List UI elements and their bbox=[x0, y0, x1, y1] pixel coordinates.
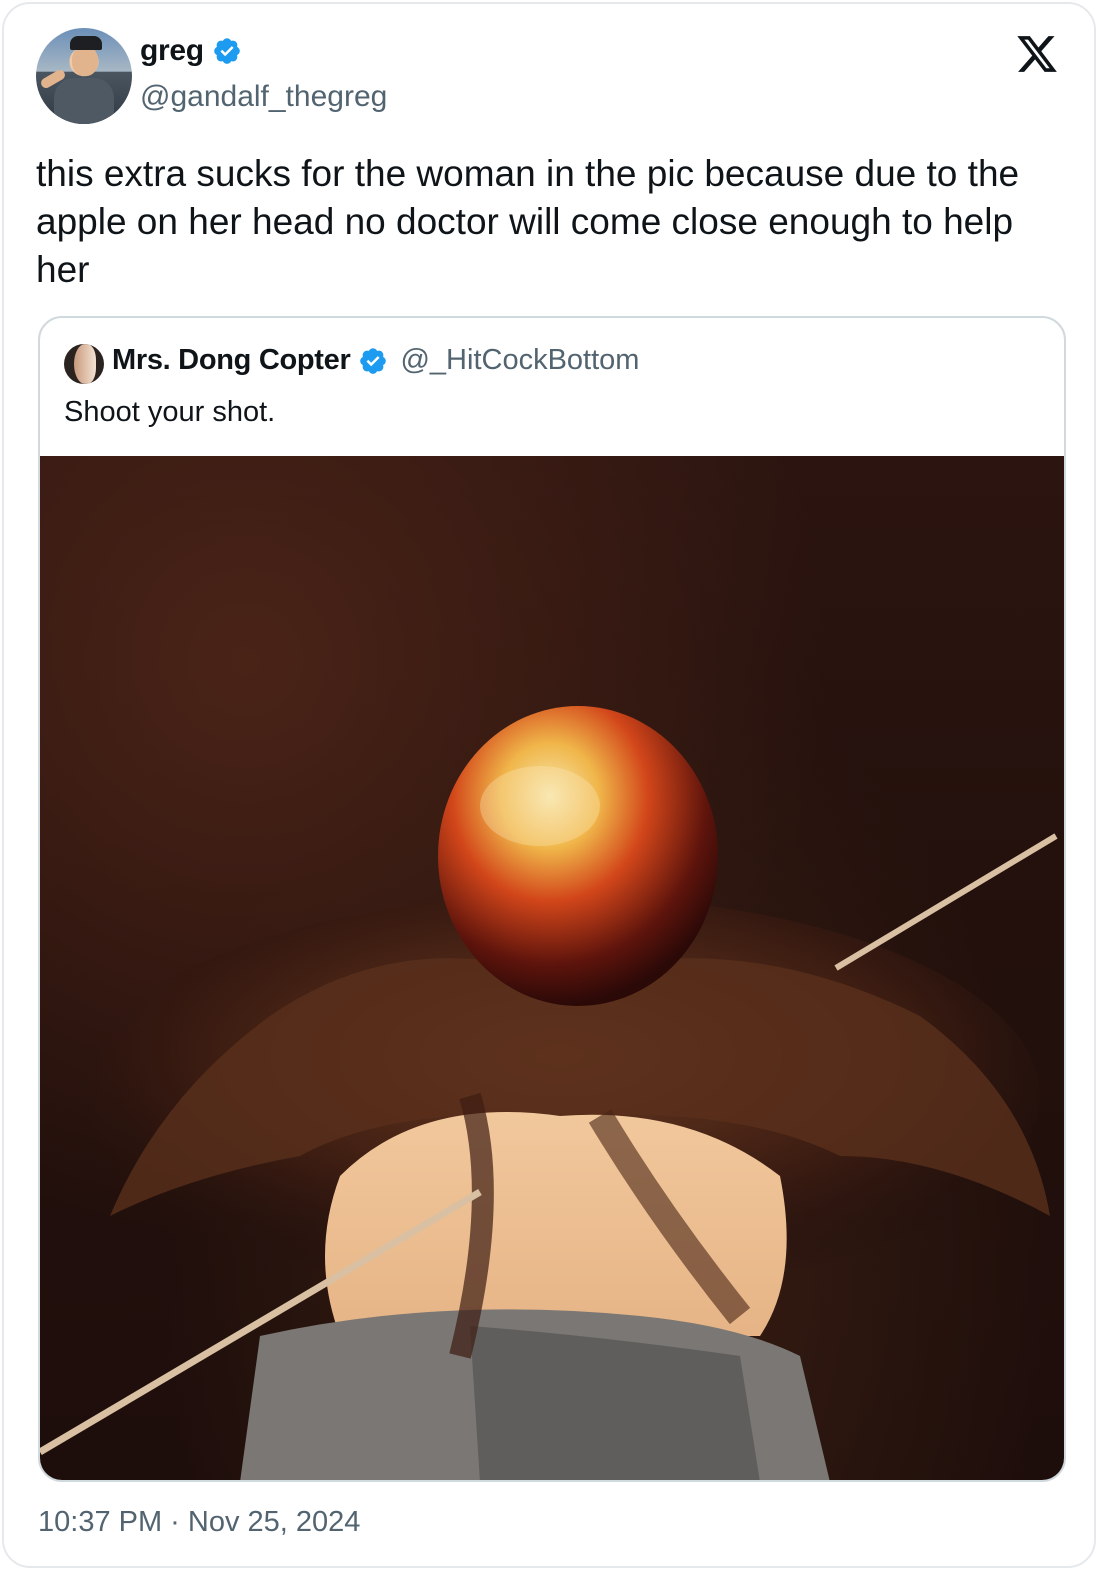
tweet-card: greg @gandalf_thegreg this extra sucks f… bbox=[2, 2, 1096, 1568]
quoted-author-avatar[interactable] bbox=[64, 344, 104, 384]
verified-badge-icon bbox=[214, 38, 240, 64]
quoted-author-name[interactable]: Mrs. Dong Copter bbox=[112, 344, 351, 377]
verified-badge-icon bbox=[360, 347, 387, 374]
author-name[interactable]: greg bbox=[140, 34, 204, 68]
author-name-row: greg bbox=[140, 34, 242, 68]
author-handle[interactable]: @gandalf_thegreg bbox=[140, 80, 387, 114]
quoted-tweet-text: Shoot your shot. bbox=[64, 396, 276, 428]
photo-illustration bbox=[40, 706, 1058, 1480]
tweet-timestamp[interactable]: 10:37 PM · Nov 25, 2024 bbox=[38, 1506, 360, 1539]
quoted-author-handle[interactable]: @_HitCockBottom bbox=[400, 344, 639, 377]
quoted-tweet[interactable]: Mrs. Dong Copter @_HitCockBottom Shoot y… bbox=[38, 316, 1066, 1482]
tweet-text: this extra sucks for the woman in the pi… bbox=[36, 153, 1020, 290]
x-logo-icon[interactable] bbox=[1014, 32, 1060, 76]
quoted-author-row: Mrs. Dong Copter @_HitCockBottom bbox=[112, 344, 639, 377]
quoted-tweet-photo[interactable] bbox=[40, 456, 1064, 1480]
author-avatar[interactable] bbox=[36, 28, 132, 124]
